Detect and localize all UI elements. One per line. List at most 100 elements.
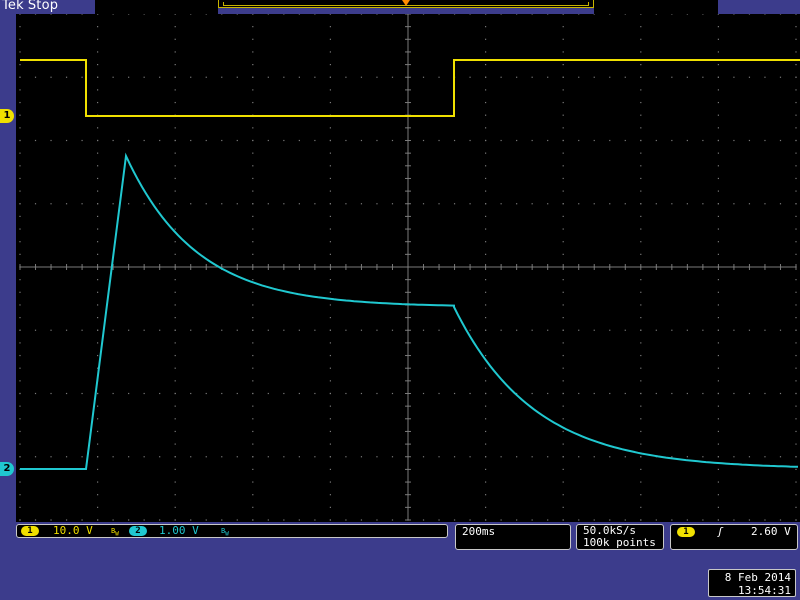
grid-dot [671, 329, 673, 331]
grid-dot [329, 14, 331, 15]
trigger-position-icon[interactable] [402, 0, 410, 6]
grid-dot [97, 165, 99, 167]
grid-dot [717, 114, 719, 116]
grid-dot [97, 291, 99, 293]
timebase-readout[interactable]: 200ms [455, 524, 571, 550]
grid-dot [329, 101, 331, 104]
grid-dot [764, 329, 766, 331]
grid-dot [81, 392, 83, 395]
grid-dot [547, 329, 549, 331]
grid-dot [298, 76, 300, 78]
grid-dot [329, 519, 331, 521]
grid-dot [795, 317, 797, 319]
grid-dot [562, 291, 564, 293]
grid-dot [19, 380, 21, 382]
grid-dot [717, 456, 719, 458]
grid-dot [329, 342, 331, 344]
grid-dot [252, 253, 254, 255]
grid-dot [717, 127, 719, 129]
grid-dot [624, 139, 626, 142]
grid-dot [221, 329, 223, 331]
grid-dot [112, 76, 114, 78]
grid-dot [485, 64, 487, 66]
grid-dot [65, 14, 68, 15]
grid-dot [97, 51, 99, 53]
ch2-ground-marker[interactable]: 2 [0, 462, 14, 476]
grid-dot [314, 14, 316, 15]
grid-dot [531, 76, 533, 78]
grid-dot [531, 329, 533, 331]
grid-dot [733, 329, 735, 331]
grid-dot [578, 456, 580, 458]
grid-dot [174, 127, 176, 129]
grid-dot [562, 26, 564, 28]
channel-readout[interactable]: 1 10.0 V BW 2 1.00 V BW [16, 524, 448, 538]
grid-dot [329, 152, 331, 154]
grid-dot [748, 76, 751, 78]
grid-dot [283, 76, 285, 78]
grid-dot [717, 64, 719, 66]
grid-dot [422, 456, 425, 458]
grid-dot [329, 89, 331, 91]
grid-dot [174, 367, 176, 369]
grid-dot [174, 76, 176, 78]
grid-dot [500, 14, 502, 15]
grid-dot [252, 443, 254, 445]
grid-dot [252, 241, 254, 243]
grid-dot [298, 329, 300, 331]
grid-dot [174, 64, 176, 66]
grid-dot [298, 456, 300, 458]
grid-dot [329, 405, 331, 407]
grid-dot [795, 329, 797, 331]
grid-dot [779, 519, 782, 521]
grid-dot [640, 405, 642, 407]
grid-dot [19, 519, 21, 521]
grid-dot [376, 14, 378, 15]
grid-dot [329, 304, 331, 306]
grid-dot [81, 456, 83, 458]
grid-dot [267, 329, 269, 331]
grid-dot [329, 51, 331, 53]
grid-dot [547, 392, 549, 395]
grid-dot [252, 64, 254, 66]
grid-dot [485, 38, 487, 40]
grid-dot [252, 76, 254, 78]
grid-dot [422, 203, 425, 205]
grid-dot [485, 317, 487, 319]
grid-dot [640, 468, 642, 470]
grid-dot [547, 14, 549, 15]
grid-dot [717, 354, 719, 357]
grid-dot [531, 456, 533, 458]
grid-dot [795, 139, 797, 142]
grid-dot [329, 380, 331, 382]
ch1-ground-marker[interactable]: 1 [0, 109, 14, 123]
grid-dot [795, 519, 797, 521]
grid-dot [485, 51, 487, 53]
grid-dot [252, 506, 254, 508]
grid-dot [190, 139, 192, 142]
grid-dot [97, 506, 99, 508]
grid-dot [221, 203, 223, 205]
grid-dot [485, 430, 487, 433]
grid-dot [329, 468, 331, 470]
grid-dot [438, 456, 440, 458]
grid-dot [34, 329, 37, 331]
grid-dot [717, 101, 719, 104]
grid-dot [50, 519, 52, 521]
grid-dot [640, 291, 642, 293]
grid-dot [795, 405, 797, 407]
grid-dot [578, 519, 580, 521]
grid-dot [717, 443, 719, 445]
grid-dot [438, 203, 440, 205]
timebase-scale: 200ms [462, 525, 496, 538]
grid-dot [128, 76, 130, 78]
grid-dot [19, 367, 21, 369]
grid-dot [686, 456, 688, 458]
trigger-readout[interactable]: 1 ʃ 2.60 V [670, 524, 798, 550]
acquisition-readout[interactable]: 50.0kS/s 100k points [576, 524, 664, 550]
grid-dot [97, 418, 99, 420]
grid-dot [112, 329, 114, 331]
grid-dot [174, 215, 176, 217]
grid-dot [376, 519, 378, 521]
time-label: 13:54:31 [738, 584, 791, 597]
